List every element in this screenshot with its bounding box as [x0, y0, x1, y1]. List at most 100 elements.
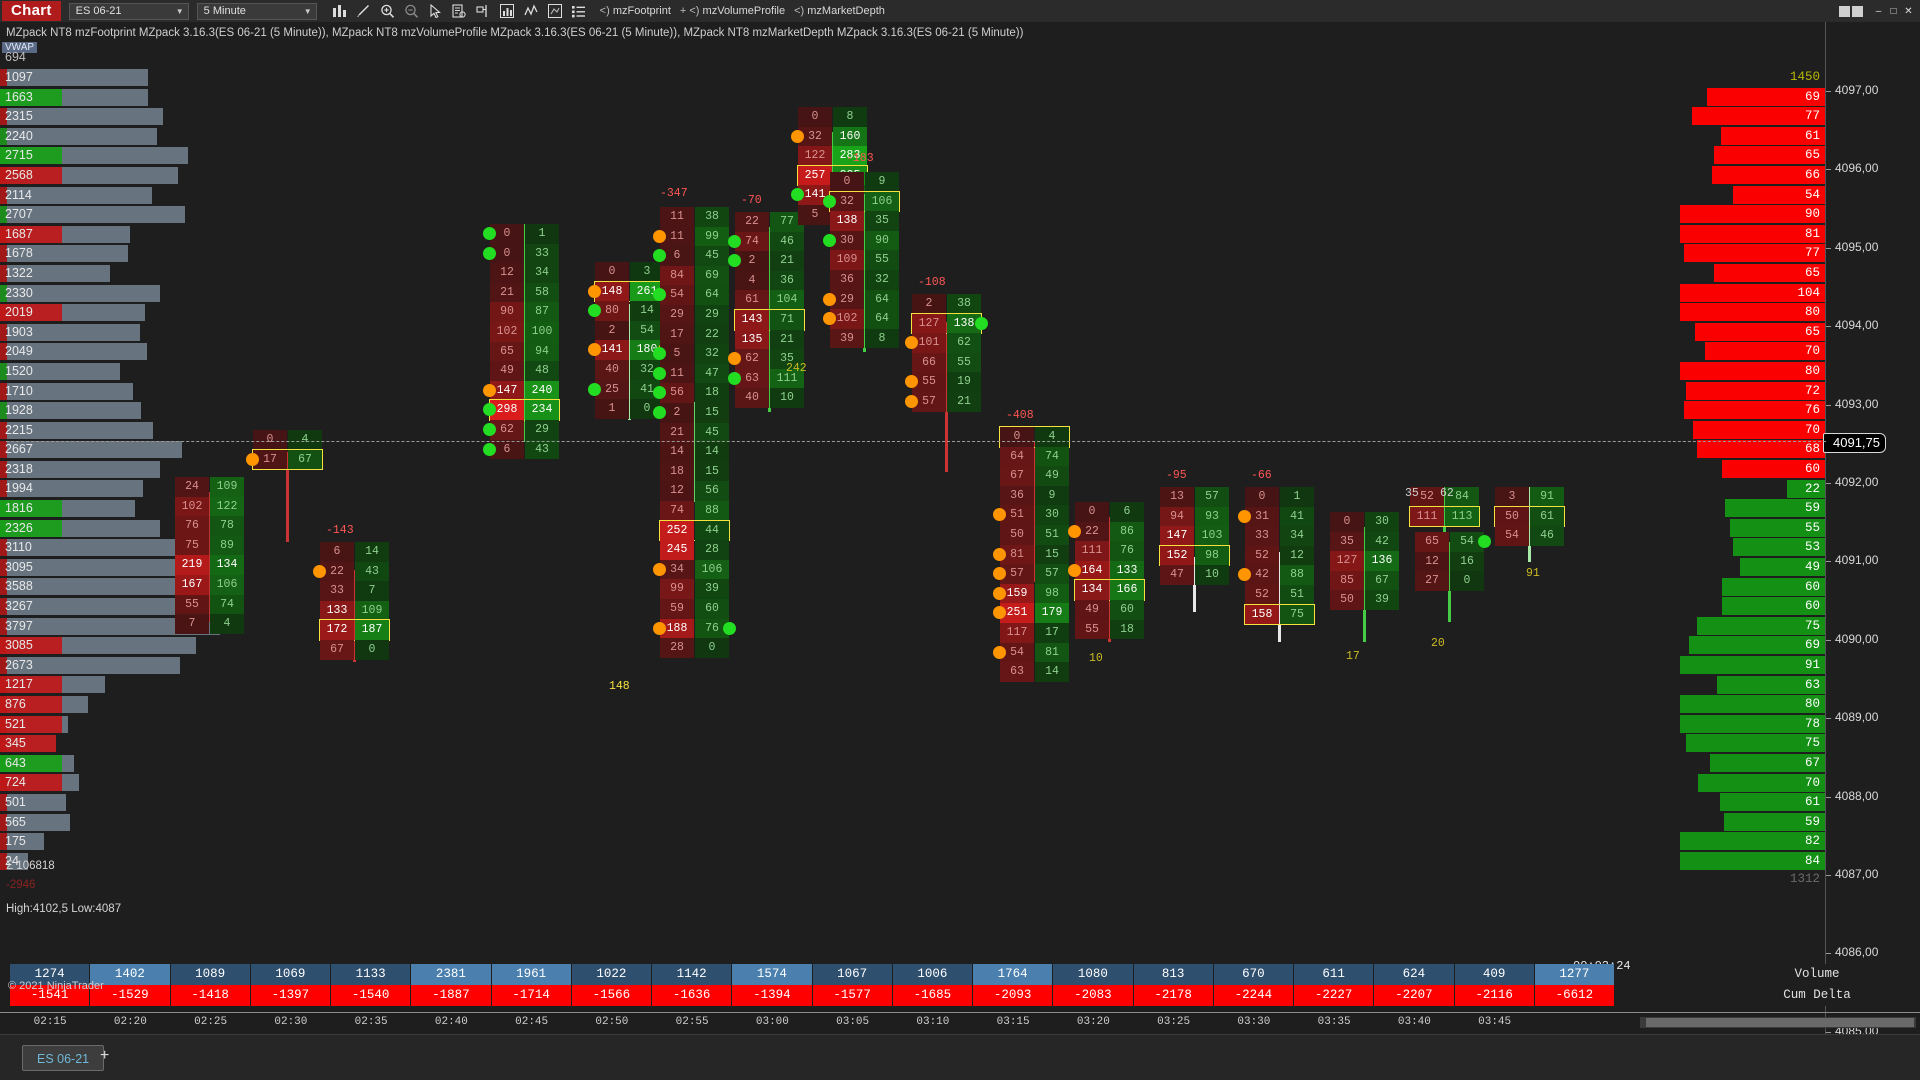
cumdelta-cell: -2244 — [1213, 985, 1294, 1006]
footprint-bid-cell: 66 — [912, 352, 946, 373]
instrument-select[interactable]: ES 06-21 ▼ — [68, 2, 189, 20]
footprint-bid-cell: 102 — [175, 496, 209, 517]
workspace-square-1[interactable] — [1839, 5, 1850, 17]
footprint-bid-cell: 29 — [660, 305, 694, 325]
footprint-ask-cell: 47 — [695, 363, 729, 384]
footprint-ask-cell: 1 — [1280, 487, 1314, 507]
right-profile-value: 78 — [1804, 716, 1820, 731]
price-axis[interactable]: 4097,00 4096,00 4095,00 4094,00 4093,00 4092,… — [6, 22, 1920, 1058]
footprint-imbalance-box — [659, 519, 730, 542]
data-box-icon[interactable] — [448, 1, 471, 21]
indicator-line-icon[interactable] — [520, 1, 543, 21]
footprint-bid-cell: 21 — [660, 422, 694, 443]
footprint-green-marker — [1478, 535, 1491, 548]
indicator-mzvolumeprofile[interactable]: + <) mzVolumeProfile — [680, 5, 785, 17]
volume-cell: 2381 — [411, 964, 492, 985]
volume-cell: 1089 — [170, 964, 251, 985]
volume-cell: 409 — [1454, 964, 1535, 985]
right-profile-bar: 78 — [1680, 714, 1825, 733]
footprint-ask-cell: 7 — [355, 581, 389, 601]
footprint-ask-cell: 12 — [1280, 545, 1314, 566]
indicator-bars-icon[interactable] — [496, 1, 519, 21]
footprint-orange-marker — [823, 292, 836, 306]
volume-cell: 1006 — [892, 964, 973, 985]
time-axis-label: 03:40 — [1397, 1016, 1431, 1028]
indicator-toggle-icon-1: + <) — [679, 5, 700, 17]
cumdelta-cell: -1577 — [812, 985, 893, 1006]
price-axis-tick-label: 4088,00 — [1835, 788, 1879, 803]
footprint-bid-cell: 65 — [1415, 532, 1449, 552]
price-axis-tick-mark — [1826, 326, 1831, 328]
footprint-ask-cell: 29 — [695, 305, 729, 325]
price-axis-tick: 4091,00 — [1826, 553, 1878, 567]
footprint-bid-cell: 135 — [735, 329, 769, 350]
footprint-ask-cell: 60 — [1110, 600, 1144, 620]
right-profile-value: 70 — [1804, 422, 1820, 437]
right-profile-value: 61 — [1804, 128, 1820, 143]
price-axis-tick-mark — [1826, 875, 1831, 876]
list-icon[interactable] — [568, 1, 591, 21]
right-profile-bar: 90 — [1680, 205, 1825, 224]
footprint-bid-cell: 36 — [830, 270, 864, 290]
time-axis-label: 02:40 — [434, 1016, 468, 1028]
footprint-orange-marker — [791, 129, 804, 143]
time-axis[interactable]: 02:15 02:20 02:25 02:30 02:35 02:40 02:45 02:50… — [0, 1012, 1920, 1032]
zoom-out-icon[interactable] — [400, 1, 423, 21]
right-profile-bar: 61 — [1721, 126, 1825, 145]
interval-select[interactable]: 5 Minute ▼ — [196, 2, 317, 20]
right-profile-bar: 77 — [1692, 107, 1825, 126]
footprint-imbalance-box — [1409, 505, 1480, 528]
chart-menu-button[interactable]: Chart — [2, 1, 61, 21]
right-profile-value: 91 — [1804, 658, 1820, 672]
right-profile-bar: 65 — [1695, 322, 1825, 341]
right-profile-value: 55 — [1804, 520, 1820, 535]
time-axis-label: 03:45 — [1478, 1016, 1512, 1028]
footprint-ask-cell: 8 — [865, 328, 899, 349]
minimize-button[interactable]: – — [1871, 4, 1886, 19]
footprint-ask-cell: 6 — [1110, 502, 1144, 522]
add-tab-button[interactable]: + — [100, 1047, 109, 1065]
footprint-bid-cell: 0 — [1075, 502, 1109, 522]
footprint-ask-cell: 109 — [210, 477, 244, 497]
footprint-ask-cell: 39 — [1365, 590, 1399, 610]
drawing-tool-icon[interactable] — [472, 1, 495, 21]
indicator-mzmarketdepth[interactable]: <) mzMarketDepth — [794, 5, 885, 17]
chart-canvas[interactable]: MZpack NT8 mzFootprint MZpack 3.16.3(ES … — [0, 22, 1920, 1080]
maximize-button[interactable]: □ — [1886, 4, 1901, 19]
cumdelta-cell: -1394 — [732, 985, 813, 1006]
footprint-ask-cell: 58 — [525, 282, 559, 303]
cursor-icon[interactable] — [424, 1, 447, 21]
right-profile-bar: 54 — [1733, 185, 1825, 204]
instrument-select-value: ES 06-21 — [75, 5, 122, 17]
footprint-orange-marker — [313, 564, 326, 578]
indicator-mzfootprint[interactable]: <) mzFootprint — [600, 5, 671, 17]
right-profile-value: 65 — [1804, 148, 1820, 163]
footprint-bid-cell: 39 — [830, 328, 864, 349]
scrollbar-thumb[interactable] — [1646, 1018, 1914, 1027]
tab-es-06-21[interactable]: ES 06-21 — [22, 1045, 105, 1071]
right-profile-bar: 59 — [1724, 812, 1825, 831]
right-profile-value: 66 — [1804, 168, 1820, 182]
right-profile-value: 75 — [1804, 618, 1820, 633]
footprint-bid-cell: 2 — [595, 320, 629, 341]
cumdelta-cell: -6612 — [1534, 985, 1615, 1006]
footprint-bid-cell: 85 — [1330, 570, 1364, 591]
footprint-green-marker — [483, 442, 496, 456]
price-axis-tick: 4094,00 — [1826, 318, 1878, 332]
workspace-square-2[interactable] — [1852, 5, 1863, 17]
horizontal-scrollbar[interactable] — [1640, 1017, 1916, 1028]
time-axis-label: 02:50 — [595, 1016, 629, 1028]
footprint-orange-marker — [483, 383, 496, 397]
strategy-icon[interactable] — [544, 1, 567, 21]
pencil-icon[interactable] — [352, 1, 375, 21]
right-profile-bar: 70 — [1698, 773, 1825, 792]
footprint-bid-cell: 13 — [1160, 487, 1194, 507]
zoom-in-icon[interactable] — [376, 1, 399, 21]
close-button[interactable]: ✕ — [1901, 4, 1916, 19]
footprint-ask-cell: 109 — [355, 600, 389, 621]
right-profile-bar: 77 — [1684, 244, 1825, 263]
bars-icon[interactable] — [328, 1, 351, 21]
footprint-bid-cell: 67 — [1000, 466, 1034, 486]
footprint-ask-cell: 9 — [865, 172, 899, 192]
right-profile-bar: 84 — [1680, 852, 1825, 870]
